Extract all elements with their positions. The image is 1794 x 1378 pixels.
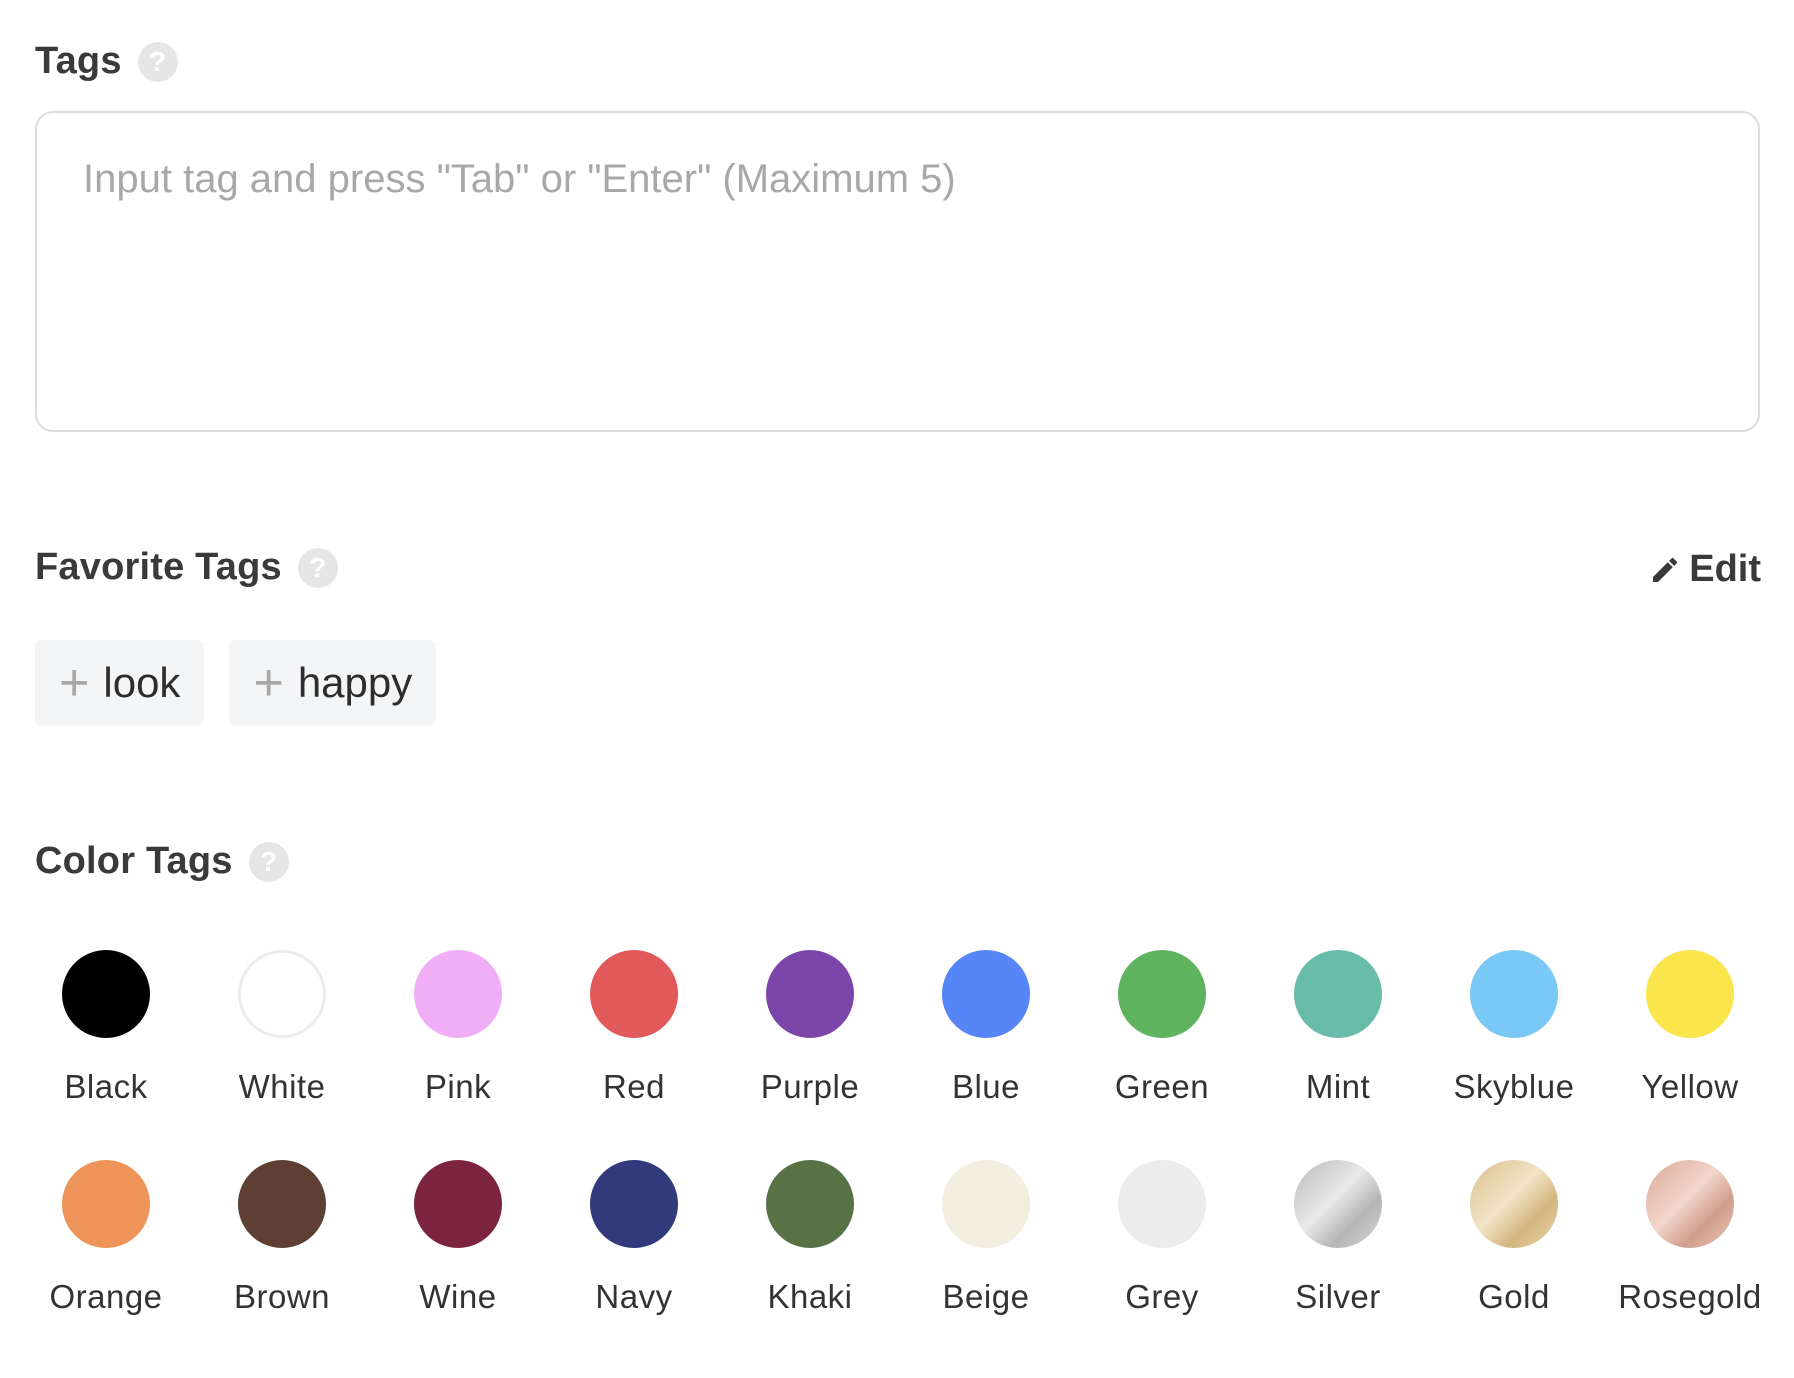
color-label: White	[238, 1068, 326, 1105]
color-swatch[interactable]	[1118, 950, 1206, 1038]
color-label: Beige	[942, 1278, 1030, 1315]
color-tag-green[interactable]: Green	[1091, 950, 1233, 1106]
color-tag-white[interactable]: White	[211, 950, 353, 1106]
color-label: Navy	[595, 1278, 673, 1315]
color-tag-orange[interactable]: Orange	[35, 1160, 177, 1316]
favorite-tag-chip[interactable]: + look	[35, 640, 205, 726]
color-swatch[interactable]	[1470, 950, 1558, 1038]
color-swatch[interactable]	[1294, 1160, 1382, 1248]
color-tag-skyblue[interactable]: Skyblue	[1443, 950, 1585, 1106]
color-label: Grey	[1125, 1278, 1199, 1315]
color-label: Wine	[419, 1278, 497, 1315]
color-tag-rosegold[interactable]: Rosegold	[1618, 1160, 1762, 1316]
color-swatch[interactable]	[238, 950, 326, 1038]
color-tag-purple[interactable]: Purple	[739, 950, 881, 1106]
color-tags-grid: Black White Pink Red Purple Blue Green Mint Skyb…	[35, 950, 1794, 1316]
favorite-tags-title-label: Favorite Tags	[35, 546, 282, 588]
color-tag-mint[interactable]: Mint	[1267, 950, 1409, 1106]
color-label: Silver	[1295, 1278, 1381, 1315]
color-swatch[interactable]	[1646, 950, 1734, 1038]
color-label: Green	[1114, 1068, 1210, 1105]
color-tag-grey[interactable]: Grey	[1091, 1160, 1233, 1316]
color-tag-gold[interactable]: Gold	[1443, 1160, 1585, 1316]
favorite-tag-label: happy	[297, 659, 413, 706]
color-swatch[interactable]	[766, 1160, 854, 1248]
color-tag-silver[interactable]: Silver	[1267, 1160, 1409, 1316]
color-label: Rosegold	[1618, 1278, 1762, 1315]
tags-input-box[interactable]	[35, 111, 1760, 432]
color-tags-title-label: Color Tags	[35, 840, 233, 882]
color-swatch[interactable]	[1470, 1160, 1558, 1248]
color-label: Gold	[1478, 1278, 1550, 1315]
tags-section-title: Tags ?	[35, 40, 178, 83]
color-swatch[interactable]	[238, 1160, 326, 1248]
color-swatch[interactable]	[766, 950, 854, 1038]
color-swatch[interactable]	[1294, 950, 1382, 1038]
color-tag-wine[interactable]: Wine	[387, 1160, 529, 1316]
color-label: Mint	[1305, 1068, 1371, 1105]
color-tag-black[interactable]: Black	[35, 950, 177, 1106]
color-label: Yellow	[1641, 1068, 1739, 1105]
help-icon[interactable]: ?	[248, 841, 289, 882]
color-swatch[interactable]	[62, 950, 150, 1038]
favorite-tags-list: + look + happy	[35, 640, 437, 726]
color-tag-blue[interactable]: Blue	[915, 950, 1057, 1106]
color-label: Brown	[233, 1278, 331, 1315]
color-swatch[interactable]	[590, 950, 678, 1038]
color-tag-navy[interactable]: Navy	[563, 1160, 705, 1316]
color-tags-section-title: Color Tags ?	[35, 840, 289, 883]
color-label: Pink	[424, 1068, 492, 1105]
color-swatch[interactable]	[414, 1160, 502, 1248]
edit-favorite-tags-button[interactable]: Edit	[1649, 548, 1761, 591]
help-icon[interactable]: ?	[137, 41, 178, 82]
color-label: Orange	[49, 1278, 163, 1315]
color-tag-beige[interactable]: Beige	[915, 1160, 1057, 1316]
color-swatch[interactable]	[414, 950, 502, 1038]
color-tag-red[interactable]: Red	[563, 950, 705, 1106]
color-label: Blue	[951, 1068, 1021, 1105]
color-swatch[interactable]	[1646, 1160, 1734, 1248]
pencil-icon	[1653, 557, 1678, 582]
tags-input[interactable]	[37, 113, 1758, 430]
color-label: Skyblue	[1453, 1068, 1575, 1105]
tags-title-label: Tags	[35, 40, 122, 82]
color-label: Red	[602, 1068, 666, 1105]
help-icon[interactable]: ?	[297, 547, 338, 588]
color-tag-yellow[interactable]: Yellow	[1619, 950, 1761, 1106]
color-swatch[interactable]	[942, 1160, 1030, 1248]
plus-icon: +	[59, 654, 90, 712]
color-swatch[interactable]	[590, 1160, 678, 1248]
color-tag-pink[interactable]: Pink	[387, 950, 529, 1106]
color-swatch[interactable]	[942, 950, 1030, 1038]
color-label: Khaki	[767, 1278, 853, 1315]
color-label: Purple	[760, 1068, 860, 1105]
color-label: Black	[64, 1068, 148, 1105]
favorite-tag-label: look	[103, 659, 181, 706]
color-swatch[interactable]	[1118, 1160, 1206, 1248]
color-tag-brown[interactable]: Brown	[211, 1160, 353, 1316]
edit-label: Edit	[1689, 548, 1761, 590]
color-tag-khaki[interactable]: Khaki	[739, 1160, 881, 1316]
color-swatch[interactable]	[62, 1160, 150, 1248]
favorite-tag-chip[interactable]: + happy	[229, 640, 437, 726]
plus-icon: +	[253, 654, 284, 712]
favorite-tags-section-title: Favorite Tags ?	[35, 546, 338, 589]
tag-editor-panel: Tags ? Favorite Tags ? Edit + look + hap…	[0, 0, 1794, 1378]
